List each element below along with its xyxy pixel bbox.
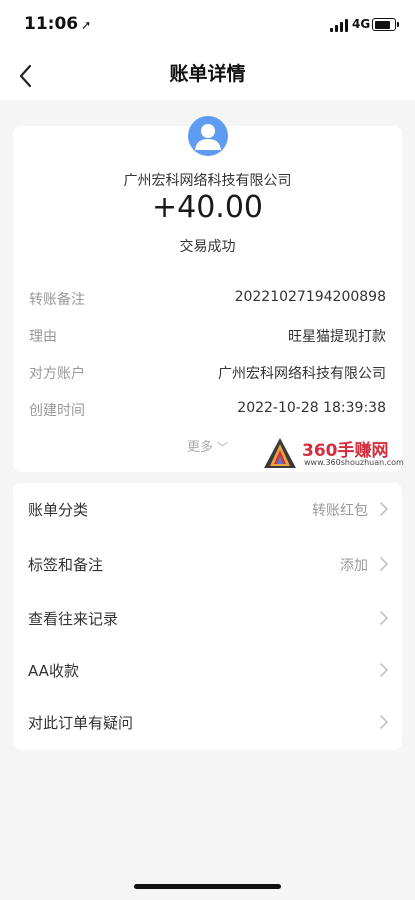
detail-label: 对方账户 xyxy=(29,366,85,382)
status-time: 11:06 ➚ xyxy=(24,14,91,34)
nav-bar: 账单详情 xyxy=(0,50,415,100)
user-avatar-icon xyxy=(188,116,228,156)
network-label: 4G xyxy=(352,17,371,31)
signal-icon xyxy=(330,19,348,32)
detail-row-reason: 理由 旺星猫提现打款 xyxy=(29,323,386,347)
detail-value: 2022-10-28 18:39:38 xyxy=(237,400,386,416)
home-indicator[interactable] xyxy=(134,884,281,889)
triangle-logo-icon xyxy=(264,438,296,468)
transaction-status: 交易成功 xyxy=(179,239,236,255)
list-item-question[interactable]: 对此订单有疑问 xyxy=(13,696,402,749)
payee-name: 广州宏科网络科技有限公司 xyxy=(123,173,292,189)
detail-value: 广州宏科网络科技有限公司 xyxy=(218,366,386,382)
bill-summary-card: 广州宏科网络科技有限公司 +40.00 交易成功 转账备注 2022102719… xyxy=(13,116,402,472)
chevron-right-icon xyxy=(380,502,388,516)
list-item-bill-category[interactable]: 账单分类 转账红包 xyxy=(13,483,402,536)
row-label: AA收款 xyxy=(28,662,79,680)
chevron-right-icon xyxy=(380,611,388,625)
chevron-right-icon xyxy=(380,557,388,571)
row-label: 对此订单有疑问 xyxy=(28,714,134,732)
chevron-right-icon xyxy=(380,715,388,729)
amount: +40.00 xyxy=(151,190,264,225)
row-label: 标签和备注 xyxy=(28,556,104,574)
clock-text: 11:06 xyxy=(24,14,79,34)
row-value: 添加 xyxy=(340,558,368,574)
detail-value: 旺星猫提现打款 xyxy=(288,329,386,345)
detail-label: 理由 xyxy=(29,329,57,345)
detail-row-remark: 转账备注 20221027194200898 xyxy=(29,286,386,310)
more-label: 更多 xyxy=(186,440,213,455)
detail-label: 创建时间 xyxy=(29,403,85,419)
detail-value: 20221027194200898 xyxy=(234,289,386,305)
watermark-url: www.360shouzhuan.com xyxy=(304,458,404,467)
detail-row-counterparty: 对方账户 广州宏科网络科技有限公司 xyxy=(29,360,386,384)
status-bar: 11:06 ➚ 4G xyxy=(0,0,415,50)
chevron-down-icon: ﹀ xyxy=(217,441,228,454)
list-item-history[interactable]: 查看往来记录 xyxy=(13,592,402,645)
bill-actions-card: 账单分类 转账红包 标签和备注 添加 查看往来记录 AA收款 对此订单有疑问 xyxy=(13,483,402,750)
detail-row-created-time: 创建时间 2022-10-28 18:39:38 xyxy=(29,397,386,421)
row-label: 查看往来记录 xyxy=(28,610,119,628)
list-item-tags-notes[interactable]: 标签和备注 添加 xyxy=(13,538,402,591)
battery-icon xyxy=(372,18,399,31)
watermark-logo: 360手赚网 www.360shouzhuan.com xyxy=(262,436,412,470)
location-arrow-icon: ➚ xyxy=(81,18,92,32)
page-title: 账单详情 xyxy=(169,63,246,85)
row-label: 账单分类 xyxy=(28,501,89,519)
chevron-right-icon xyxy=(380,663,388,677)
detail-label: 转账备注 xyxy=(29,292,85,308)
row-value: 转账红包 xyxy=(312,503,368,519)
list-item-aa-collect[interactable]: AA收款 xyxy=(13,644,402,697)
